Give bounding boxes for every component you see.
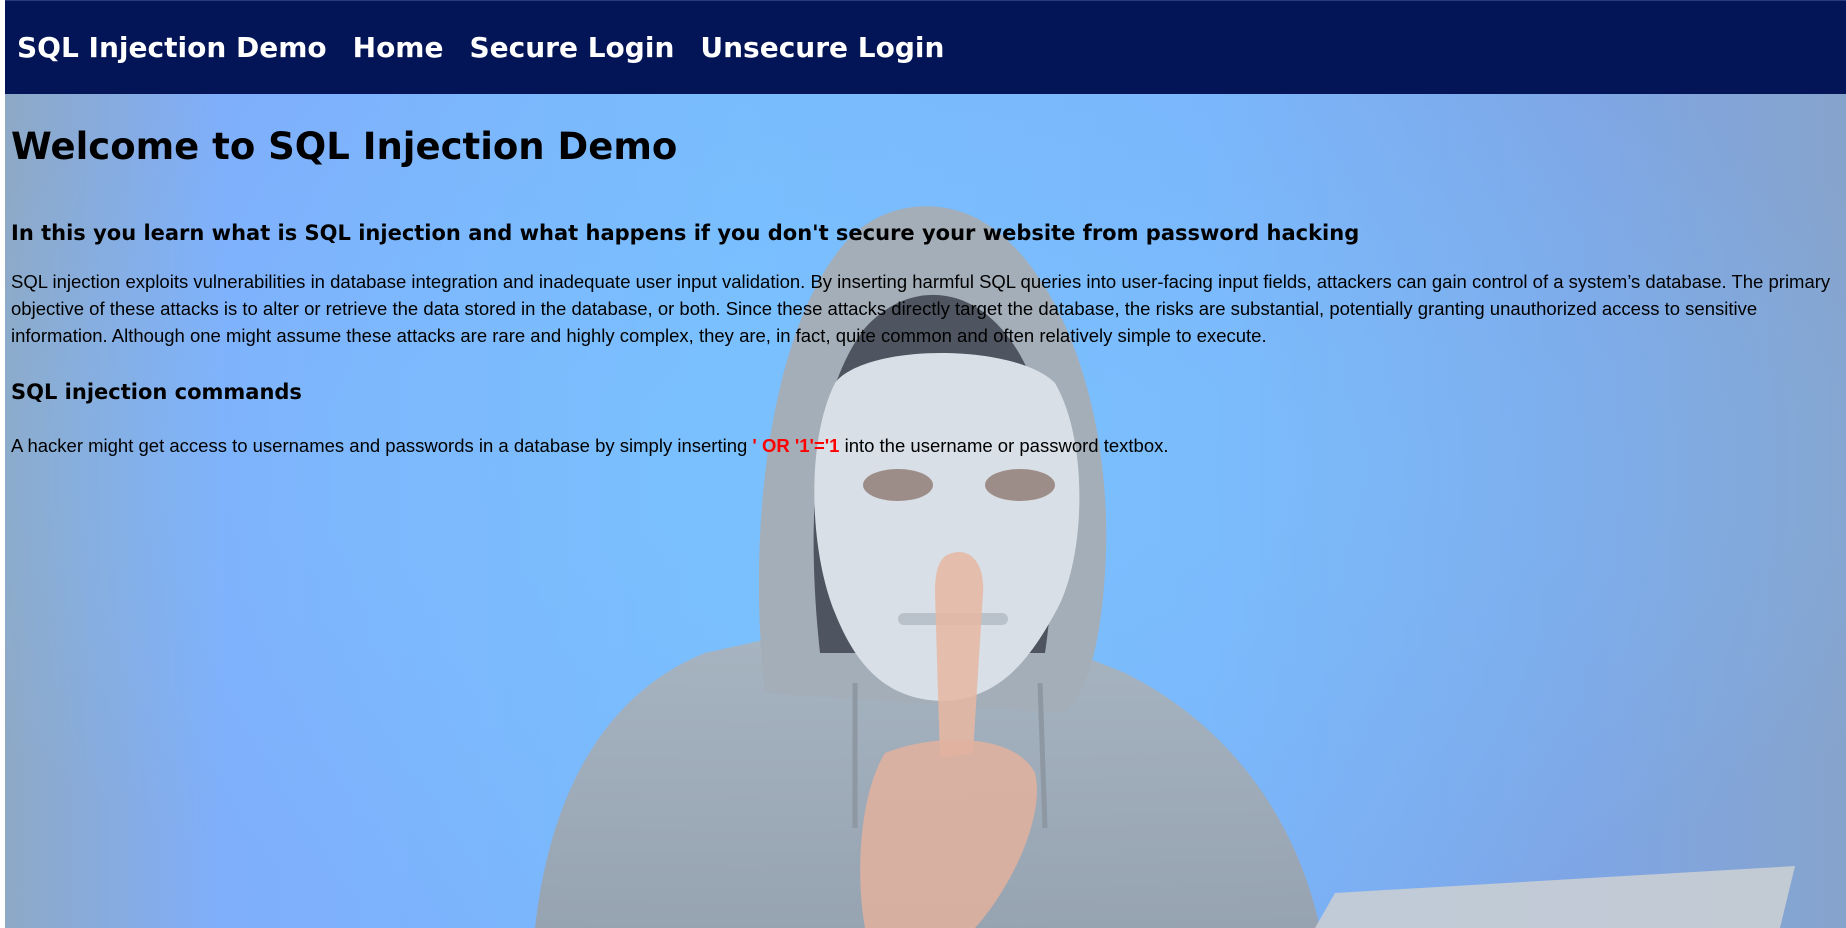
nav-link-home[interactable]: Home	[353, 31, 444, 64]
nav-link-unsecure-login[interactable]: Unsecure Login	[700, 31, 944, 64]
top-navbar: SQL Injection Demo Home Secure Login Uns…	[5, 0, 1846, 94]
main-content: Welcome to SQL Injection Demo In this yo…	[11, 93, 1831, 459]
page-title: Welcome to SQL Injection Demo	[11, 125, 678, 168]
intro-paragraph: SQL injection exploits vulnerabilities i…	[11, 270, 1831, 346]
commands-heading: SQL injection commands	[11, 379, 302, 404]
nav-brand-link[interactable]: SQL Injection Demo	[17, 31, 327, 64]
injection-code: ' OR '1'='1	[752, 434, 840, 456]
commands-paragraph: A hacker might get access to usernames a…	[11, 432, 1831, 459]
commands-text-before: A hacker might get access to usernames a…	[11, 434, 748, 456]
nav-link-secure-login[interactable]: Secure Login	[469, 31, 674, 64]
page-subtitle: In this you learn what is SQL injection …	[11, 220, 1360, 245]
commands-text-after: into the username or password textbox.	[844, 434, 1169, 456]
page: SQL Injection Demo Home Secure Login Uns…	[5, 0, 1846, 928]
